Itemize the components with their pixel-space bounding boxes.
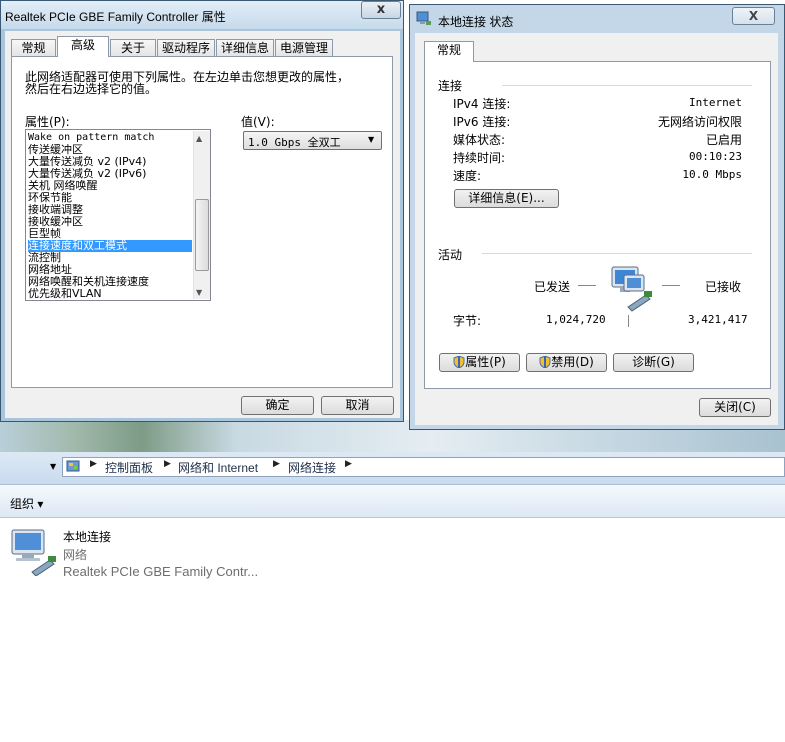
connection-group-label: 连接 bbox=[438, 79, 463, 93]
tab-driver[interactable]: 驱动程序 bbox=[157, 39, 215, 57]
breadcrumb-separator-icon[interactable]: ▶ bbox=[273, 459, 280, 469]
bytes-label: 字节: bbox=[453, 314, 482, 328]
duration-label: 持续时间: bbox=[453, 151, 506, 165]
close-dialog-button[interactable]: 关闭(C) bbox=[699, 398, 771, 417]
sent-line bbox=[578, 285, 596, 286]
connection-type: 网络 bbox=[63, 548, 88, 562]
breadcrumb-separator-icon[interactable]: ▶ bbox=[164, 459, 171, 469]
ipv4-value: Internet bbox=[689, 96, 742, 109]
speed-value: 10.0 Mbps bbox=[682, 168, 742, 181]
disable-button[interactable]: 禁用(D) bbox=[526, 353, 607, 372]
list-item[interactable]: 优先级和VLAN bbox=[28, 288, 192, 300]
close-button[interactable]: x bbox=[361, 1, 401, 19]
diagnose-button[interactable]: 诊断(G) bbox=[613, 353, 694, 372]
list-item[interactable]: 大量传送减负 v2 (IPv4) bbox=[28, 156, 192, 168]
bytes-received-value: 3,421,417 bbox=[688, 313, 748, 326]
tab-general[interactable]: 常规 bbox=[424, 41, 474, 62]
media-state-label: 媒体状态: bbox=[453, 133, 506, 147]
list-item[interactable]: 网络唤醒和关机连接速度 bbox=[28, 276, 192, 288]
scroll-up-arrow-icon[interactable]: ▲ bbox=[196, 134, 202, 143]
ipv6-value: 无网络访问权限 bbox=[657, 115, 742, 129]
properties-button[interactable]: 属性(P) bbox=[439, 353, 520, 372]
activity-group-label: 活动 bbox=[438, 248, 463, 262]
connection-status-dialog: 本地连接 状态 X 常规 连接 IPv4 连接: Internet IPv6 连… bbox=[409, 4, 785, 430]
scroll-down-arrow-icon[interactable]: ▼ bbox=[196, 288, 202, 297]
value-dropdown[interactable]: 1.0 Gbps 全双工 ▼ bbox=[243, 131, 382, 150]
network-icon bbox=[416, 11, 432, 27]
list-item[interactable]: 传送缓冲区 bbox=[28, 144, 192, 156]
received-line bbox=[662, 285, 680, 286]
command-bar bbox=[0, 485, 785, 518]
cancel-button[interactable]: 取消 bbox=[321, 396, 394, 415]
dialog-title: 本地连接 状态 bbox=[438, 15, 514, 29]
description-text: 然后在右边选择它的值。 bbox=[25, 82, 158, 96]
speed-label: 速度: bbox=[453, 169, 482, 183]
property-label: 属性(P): bbox=[25, 115, 70, 129]
ok-button[interactable]: 确定 bbox=[241, 396, 314, 415]
value-selected: 1.0 Gbps 全双工 bbox=[248, 136, 341, 149]
connection-name[interactable]: 本地连接 bbox=[63, 528, 111, 545]
list-item-selected[interactable]: 连接速度和双工模式 bbox=[28, 240, 192, 252]
ipv4-label: IPv4 连接: bbox=[453, 97, 511, 111]
breadcrumb-network-internet[interactable]: 网络和 Internet bbox=[178, 459, 258, 476]
list-item[interactable]: 关机 网络唤醒 bbox=[28, 180, 192, 192]
breadcrumb-control-panel[interactable]: 控制面板 bbox=[105, 459, 153, 476]
received-label: 已接收 bbox=[705, 280, 742, 294]
value-label: 值(V): bbox=[241, 115, 275, 129]
shield-icon bbox=[453, 355, 465, 369]
ipv6-label: IPv6 连接: bbox=[453, 115, 511, 129]
breadcrumb-network-connections[interactable]: 网络连接 bbox=[288, 459, 336, 476]
sent-label: 已发送 bbox=[534, 280, 571, 294]
recent-pages-chevron-icon[interactable]: ▼ bbox=[50, 462, 56, 471]
dialog-title: Realtek PCIe GBE Family Controller 属性 bbox=[5, 10, 226, 24]
organize-menu[interactable]: 组织 ▾ bbox=[10, 495, 43, 512]
file-list-area bbox=[0, 518, 785, 742]
divider bbox=[628, 315, 629, 327]
list-item[interactable]: 接收端调整 bbox=[28, 204, 192, 216]
breadcrumb-separator-icon[interactable]: ▶ bbox=[345, 459, 352, 469]
group-divider bbox=[502, 85, 752, 86]
breadcrumb-separator-icon[interactable]: ▶ bbox=[90, 459, 97, 469]
scrollbar-thumb[interactable] bbox=[195, 199, 209, 271]
control-panel-icon bbox=[66, 459, 80, 473]
tab-advanced[interactable]: 高级 bbox=[57, 36, 109, 57]
tab-details[interactable]: 详细信息 bbox=[216, 39, 274, 57]
property-list[interactable]: Wake on pattern match 传送缓冲区 大量传送减负 v2 (I… bbox=[25, 129, 211, 301]
tab-power-management[interactable]: 电源管理 bbox=[275, 39, 333, 57]
connection-adapter: Realtek PCIe GBE Family Contr... bbox=[63, 564, 259, 579]
list-item[interactable]: 巨型帧 bbox=[28, 228, 192, 240]
shield-icon bbox=[539, 355, 551, 369]
list-item[interactable]: 环保节能 bbox=[28, 192, 192, 204]
tab-about[interactable]: 关于 bbox=[110, 39, 156, 57]
list-item[interactable]: 网络地址 bbox=[28, 264, 192, 276]
close-button[interactable]: X bbox=[732, 7, 775, 25]
tab-general[interactable]: 常规 bbox=[11, 39, 56, 57]
chevron-down-icon: ▼ bbox=[368, 135, 375, 144]
network-activity-icon bbox=[606, 265, 658, 313]
list-item[interactable]: 接收缓冲区 bbox=[28, 216, 192, 228]
details-button[interactable]: 详细信息(E)... bbox=[454, 189, 559, 208]
network-adapter-icon[interactable] bbox=[8, 528, 58, 577]
bytes-sent-value: 1,024,720 bbox=[546, 313, 606, 326]
list-item[interactable]: 大量传送减负 v2 (IPv6) bbox=[28, 168, 192, 180]
group-divider bbox=[482, 253, 752, 254]
media-state-value: 已启用 bbox=[705, 133, 742, 147]
adapter-properties-dialog: Realtek PCIe GBE Family Controller 属性 x … bbox=[0, 0, 404, 422]
duration-value: 00:10:23 bbox=[689, 150, 742, 163]
list-item[interactable]: 流控制 bbox=[28, 252, 192, 264]
list-item[interactable]: Wake on pattern match bbox=[28, 132, 192, 144]
